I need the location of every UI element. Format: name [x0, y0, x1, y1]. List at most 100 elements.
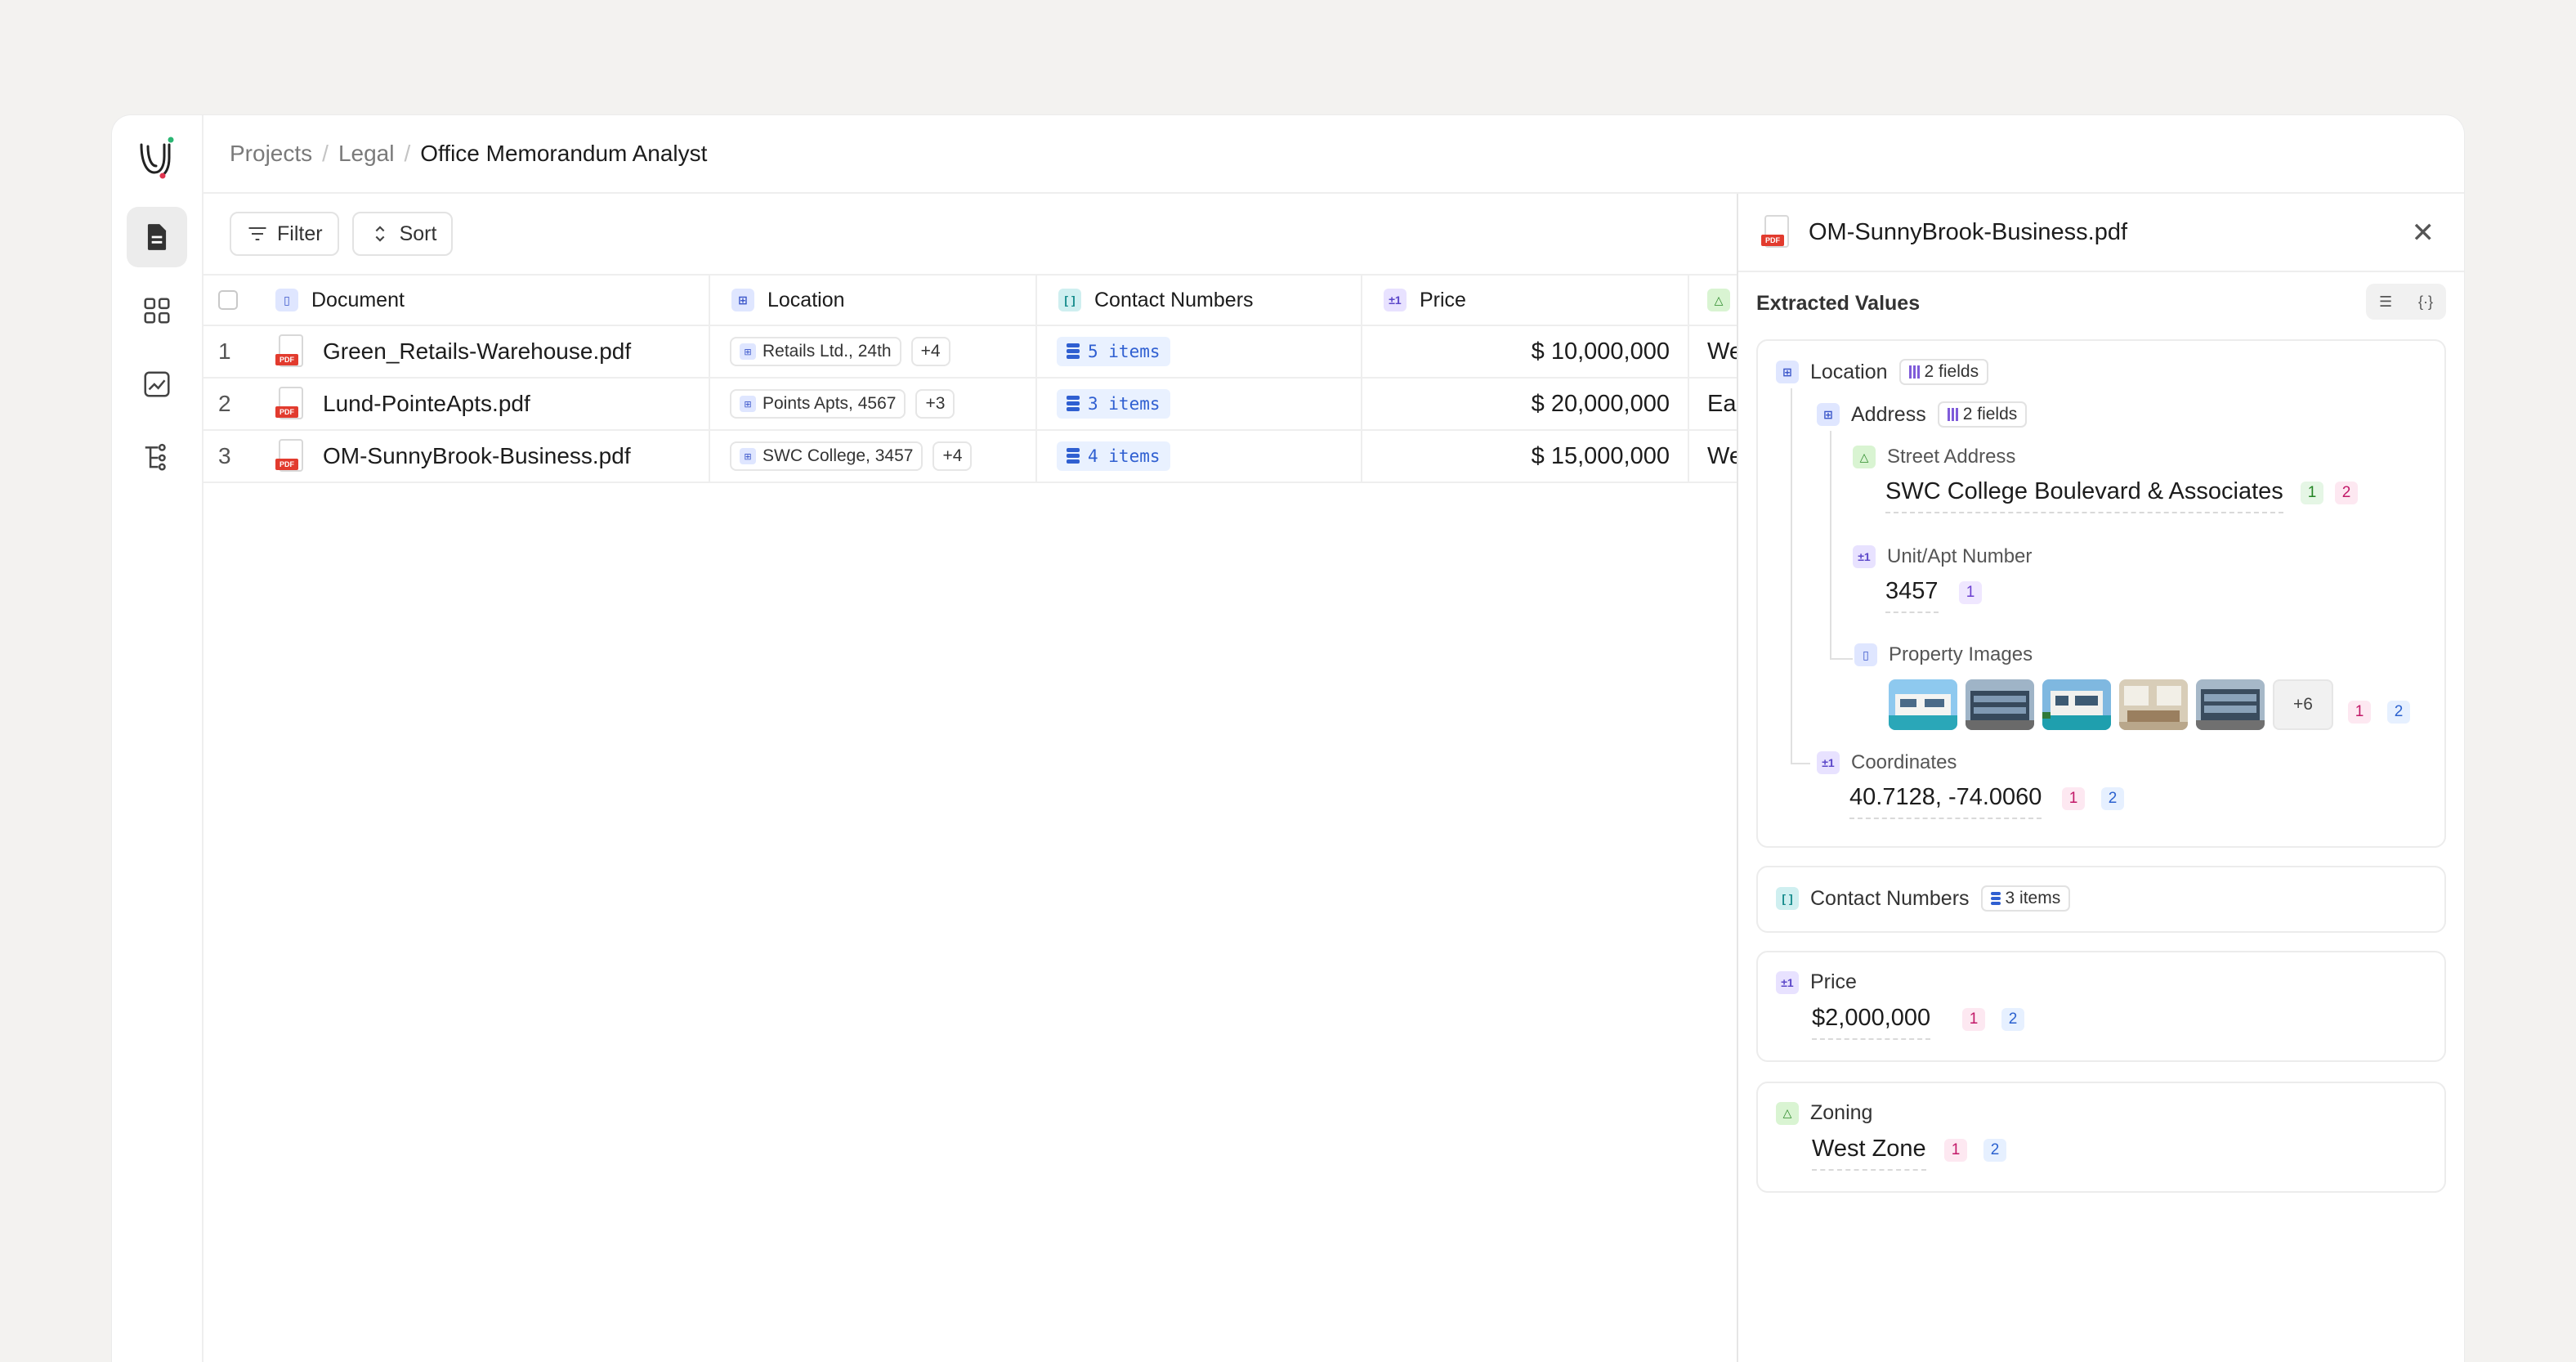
source-ref-2[interactable]: 2 [2335, 482, 2358, 504]
contact-cell[interactable]: 3 items [1037, 379, 1362, 429]
zoning-cell[interactable]: Eas [1689, 379, 1738, 429]
fields-badge: 2 fields [1937, 401, 2028, 428]
page-title: Office Memorandum Analyst [420, 141, 708, 166]
items-chip[interactable]: 5 items [1057, 337, 1170, 366]
field-name: Price [1810, 970, 1857, 993]
source-ref-2[interactable]: 2 [2101, 787, 2124, 810]
app-logo[interactable] [133, 133, 182, 182]
workflow-icon[interactable] [127, 428, 187, 488]
contact-cell[interactable]: 4 items [1037, 431, 1362, 482]
sort-button[interactable]: Sort [351, 212, 454, 256]
price-cell[interactable]: $ 20,000,000 [1362, 379, 1689, 429]
table-header-row: ▯ Document ⊞ Location [ ] Contact Number… [203, 276, 1737, 326]
source-ref-1[interactable]: 1 [1944, 1139, 1967, 1162]
source-ref-1[interactable]: 1 [2301, 482, 2323, 504]
breadcrumb-legal[interactable]: Legal [338, 141, 395, 167]
column-header-document[interactable]: ▯ Document [253, 276, 710, 325]
coordinates-value[interactable]: 40.7128, -74.0060 [1849, 784, 2042, 819]
items-chip[interactable]: 3 items [1057, 389, 1170, 419]
contact-cell[interactable]: 5 items [1037, 326, 1362, 377]
json-view-icon[interactable]: {·} [2418, 293, 2433, 311]
document-type-icon: ▯ [275, 289, 298, 311]
location-cell[interactable]: ⊞ Points Apts, 4567 +3 [710, 379, 1037, 429]
number-type-icon: ±1 [1817, 751, 1840, 774]
location-field-label[interactable]: ⊞ Location 2 fields [1776, 359, 1989, 385]
document-cell[interactable]: PDF Green_Retails-Warehouse.pdf [253, 326, 710, 377]
number-type-icon: ±1 [1384, 289, 1407, 311]
zoning-cell[interactable]: We [1689, 326, 1738, 377]
items-chip-label: 5 items [1088, 342, 1161, 361]
pdf-file-icon: PDF [275, 334, 306, 369]
location-chip[interactable]: ⊞ Retails Ltd., 24th [730, 337, 901, 366]
unit-number-value[interactable]: 3457 [1885, 578, 1939, 613]
pdf-file-icon: PDF [275, 439, 306, 473]
zoning-card: △ Zoning West Zone 1 2 [1756, 1082, 2446, 1193]
price-cell[interactable]: $ 10,000,000 [1362, 326, 1689, 377]
property-image-thumbnail[interactable] [1889, 679, 1957, 730]
source-ref-2[interactable]: 2 [1983, 1139, 2006, 1162]
chart-icon[interactable] [127, 354, 187, 414]
grid-icon[interactable] [127, 280, 187, 341]
street-address-value[interactable]: SWC College Boulevard & Associates [1885, 478, 2283, 513]
source-ref-1[interactable]: 1 [1962, 1008, 1985, 1031]
property-image-thumbnail[interactable] [2119, 679, 2188, 730]
select-all-checkbox[interactable] [218, 290, 238, 310]
document-cell[interactable]: PDF OM-SunnyBrook-Business.pdf [253, 431, 710, 482]
column-header-price[interactable]: ±1 Price [1362, 276, 1689, 325]
list-view-icon[interactable]: ☰ [2379, 293, 2392, 311]
location-more-chip[interactable]: +4 [910, 337, 950, 366]
close-icon[interactable]: ✕ [2412, 217, 2435, 249]
source-ref-1[interactable]: 1 [2348, 701, 2371, 724]
breadcrumb: Projects / Legal / Office Memorandum Ana… [203, 115, 2464, 194]
table-row[interactable]: 1 PDF Green_Retails-Warehouse.pdf ⊞ Retai… [203, 326, 1738, 379]
source-ref-1[interactable]: 1 [1959, 581, 1982, 604]
location-more-chip[interactable]: +3 [915, 389, 955, 419]
location-chip[interactable]: ⊞ Points Apts, 4567 [730, 389, 906, 419]
column-header-zoning[interactable]: △ [1689, 276, 1738, 325]
field-name: Street Address [1887, 446, 2016, 468]
property-image-thumbnail[interactable] [1966, 679, 2034, 730]
address-field-label[interactable]: ⊞ Address 2 fields [1817, 401, 2028, 428]
zoning-cell[interactable]: We [1689, 431, 1738, 482]
breadcrumb-projects[interactable]: Projects [230, 141, 312, 167]
main-content: Filter Sort ▯ Document ⊞ Location [ ] Co… [203, 194, 1738, 1362]
location-cell[interactable]: ⊞ SWC College, 3457 +4 [710, 431, 1037, 482]
price-cell[interactable]: $ 15,000,000 [1362, 431, 1689, 482]
filter-button[interactable]: Filter [230, 212, 339, 256]
extracted-values-title: Extracted Values [1756, 292, 1921, 315]
column-header-contact[interactable]: [ ] Contact Numbers [1037, 276, 1362, 325]
document-cell[interactable]: PDF Lund-PointeApts.pdf [253, 379, 710, 429]
column-header-location[interactable]: ⊞ Location [710, 276, 1037, 325]
property-image-thumbnail[interactable] [2196, 679, 2265, 730]
table-row[interactable]: 2 PDF Lund-PointeApts.pdf ⊞ Points Apts, … [203, 379, 1738, 431]
number-type-icon: ±1 [1853, 545, 1876, 568]
field-name: Unit/Apt Number [1887, 545, 2033, 567]
contact-numbers-card[interactable]: [ ] Contact Numbers 3 items [1756, 866, 2446, 933]
select-all-cell [203, 290, 253, 310]
location-cell[interactable]: ⊞ Retails Ltd., 24th +4 [710, 326, 1037, 377]
stack-icon [1990, 892, 2001, 905]
property-image-thumbnail[interactable] [2042, 679, 2111, 730]
app-window: Projects / Legal / Office Memorandum Ana… [111, 114, 2465, 1362]
source-ref-1[interactable]: 1 [2062, 787, 2085, 810]
price-value[interactable]: $2,000,000 [1812, 1005, 1931, 1040]
source-ref-2[interactable]: 2 [2001, 1008, 2024, 1031]
location-more-chip[interactable]: +4 [932, 441, 973, 471]
source-ref-2[interactable]: 2 [2387, 701, 2410, 724]
zoning-value[interactable]: West Zone [1812, 1136, 1926, 1171]
items-chip[interactable]: 4 items [1057, 441, 1170, 471]
grid-type-icon: ⊞ [740, 396, 756, 412]
document-icon[interactable] [127, 207, 187, 267]
location-chip[interactable]: ⊞ SWC College, 3457 [730, 441, 924, 471]
tree-connector [1791, 388, 1792, 764]
stack-icon [1067, 343, 1080, 360]
fields-count: 2 fields [1924, 362, 1979, 381]
table-row[interactable]: 3 PDF OM-SunnyBrook-Business.pdf ⊞ SWC Co… [203, 431, 1738, 483]
location-chip-label: Retails Ltd., 24th [763, 342, 892, 361]
grid-type-icon: ⊞ [731, 289, 754, 311]
more-images-button[interactable]: +6 [2273, 679, 2333, 730]
grid-type-icon: ⊞ [1817, 403, 1840, 426]
field-name: Address [1851, 402, 1926, 426]
coordinates-label: ±1 Coordinates [1817, 751, 1957, 774]
field-name: Property Images [1889, 643, 2033, 665]
